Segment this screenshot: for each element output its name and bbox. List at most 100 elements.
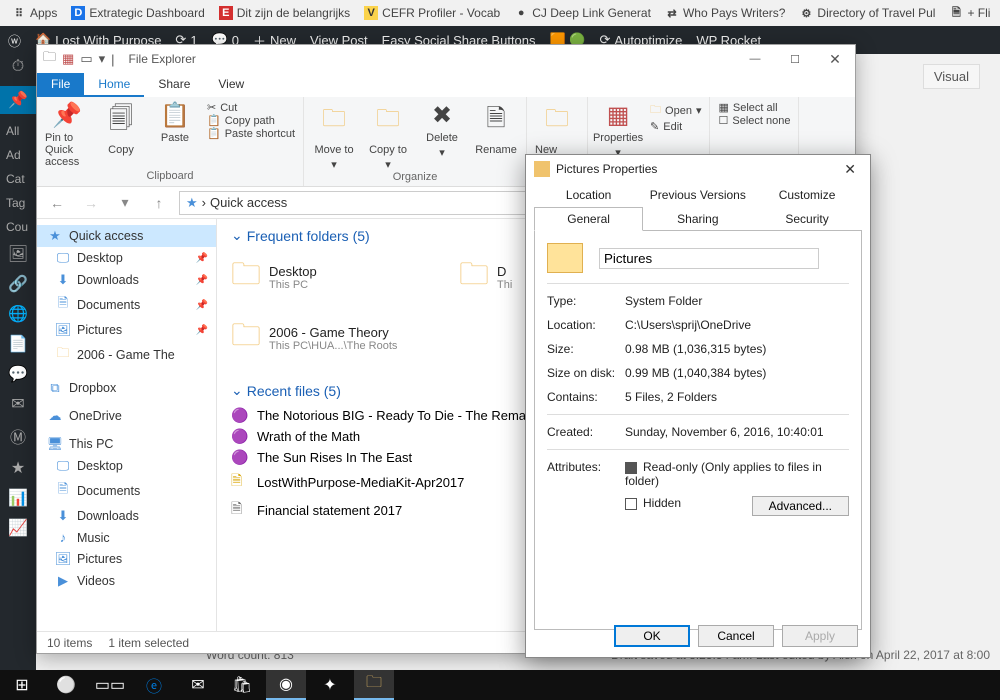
selectall-button[interactable]: ▦ Select all xyxy=(718,101,790,114)
wp-side-stats-icon[interactable]: 📈 xyxy=(0,518,36,538)
folder-desktop[interactable]: 🗀DesktopThis PC xyxy=(231,250,431,305)
bookmark-who[interactable]: ⇄Who Pays Writers? xyxy=(659,4,791,22)
cancel-button[interactable]: Cancel xyxy=(698,625,774,647)
wp-side-item[interactable]: Ad xyxy=(0,148,36,162)
tab-customize[interactable]: Customize xyxy=(752,183,861,207)
tab-location[interactable]: Location xyxy=(534,183,643,207)
nav-pictures[interactable]: 🖼Pictures📌 xyxy=(37,319,216,341)
bookmark-cj[interactable]: ●CJ Deep Link Generat xyxy=(508,4,657,22)
wp-side-star-icon[interactable]: ★ xyxy=(0,458,36,478)
folder-gametheory[interactable]: 🗀2006 - Game TheoryThis PC\HUA...\The Ro… xyxy=(231,313,431,364)
explorer-titlebar[interactable]: 🗀 ▦ ▭ ▾ | File Explorer — ☐ ✕ xyxy=(37,45,855,73)
advanced-button[interactable]: Advanced... xyxy=(752,496,849,516)
wp-side-form-icon[interactable]: ✉ xyxy=(0,394,36,414)
moveto-button[interactable]: 🗀Move to▾ xyxy=(312,101,356,171)
wp-side-m-icon[interactable]: Ⓜ xyxy=(0,424,36,448)
tab-prev[interactable]: Previous Versions xyxy=(643,183,752,207)
wp-side-globe-icon[interactable]: 🌐 xyxy=(0,304,36,324)
wp-side-item[interactable]: Cat xyxy=(0,172,36,186)
wp-side-item[interactable]: Cou xyxy=(0,220,36,234)
nav-thispc[interactable]: 🖥This PC xyxy=(37,433,216,455)
search-button[interactable]: ⚪ xyxy=(46,670,86,700)
tab-view[interactable]: View xyxy=(204,73,258,97)
nav-onedrive[interactable]: ☁OneDrive xyxy=(37,405,216,427)
close-button[interactable]: ✕ xyxy=(838,161,862,178)
nav-dropbox[interactable]: ⧉Dropbox xyxy=(37,377,216,399)
created-label: Created: xyxy=(547,425,625,439)
rename-button[interactable]: 🗎Rename xyxy=(474,101,518,156)
wp-side-pages-icon[interactable]: 📄 xyxy=(0,334,36,354)
readonly-checkbox[interactable]: Read-only (Only applies to files in fold… xyxy=(625,460,849,488)
recent-button[interactable]: ▾ xyxy=(111,191,139,215)
nav-quickaccess[interactable]: ★Quick access xyxy=(37,225,216,247)
pin-button[interactable]: 📌Pin to Quick access xyxy=(45,101,89,168)
wp-side-chart-icon[interactable]: 📊 xyxy=(0,488,36,508)
bookmark-extrategic[interactable]: DExtrategic Dashboard xyxy=(65,4,210,22)
edit-button[interactable]: ✎ Edit xyxy=(650,120,701,133)
editor-tab-visual[interactable]: Visual xyxy=(923,64,980,89)
close-button[interactable]: ✕ xyxy=(815,45,855,73)
up-button[interactable]: ↑ xyxy=(145,191,173,215)
wp-side-item[interactable]: Tag xyxy=(0,196,36,210)
wp-side-links-icon[interactable]: 🔗 xyxy=(0,274,36,294)
edge-icon[interactable]: ⓔ xyxy=(134,670,174,700)
qat-new-icon[interactable]: ▭ xyxy=(80,51,92,67)
nav-downloads[interactable]: ⬇Downloads📌 xyxy=(37,269,216,291)
hidden-checkbox[interactable]: Hidden xyxy=(625,496,681,510)
nav-gametheory[interactable]: 🗀2006 - Game The xyxy=(37,341,216,369)
mail-icon[interactable]: ✉ xyxy=(178,670,218,700)
slack-icon[interactable]: ✦ xyxy=(310,670,350,700)
bookmark-dir[interactable]: ⚙Directory of Travel Pul xyxy=(793,4,941,22)
ok-button[interactable]: OK xyxy=(614,625,690,647)
folder-d[interactable]: 🗀DThi xyxy=(459,250,519,305)
taskview-button[interactable]: ▭▭ xyxy=(90,670,130,700)
copypath-button[interactable]: 📋 Copy path xyxy=(207,114,295,127)
copyto-button[interactable]: 🗀Copy to▾ xyxy=(366,101,410,171)
delete-button[interactable]: ✖Delete▾ xyxy=(420,101,464,159)
wp-side-media-icon[interactable]: 🖼 xyxy=(0,244,36,264)
props-titlebar[interactable]: Pictures Properties ✕ xyxy=(526,155,870,183)
explorer-taskbar-icon[interactable]: 🗀 xyxy=(354,670,394,700)
forward-button[interactable]: → xyxy=(77,191,105,215)
qat-down-icon[interactable]: ▾ xyxy=(99,51,106,67)
nav-desktop[interactable]: 🖵Desktop📌 xyxy=(37,247,216,269)
qat-prop-icon[interactable]: ▦ xyxy=(62,51,74,67)
wp-side-pin-icon[interactable]: 📌 xyxy=(0,86,36,114)
properties-button[interactable]: ▦Properties▾ xyxy=(596,101,640,159)
nav-videos[interactable]: ▶Videos xyxy=(37,570,216,592)
tab-file[interactable]: File xyxy=(37,73,84,97)
nav-documents2[interactable]: 🗎Documents xyxy=(37,477,216,505)
nav-desktop2[interactable]: 🖵Desktop xyxy=(37,455,216,477)
paste-button[interactable]: 📋Paste xyxy=(153,101,197,144)
pasteshortcut-button[interactable]: 📋 Paste shortcut xyxy=(207,127,295,140)
tab-home[interactable]: Home xyxy=(84,73,144,97)
wp-logo-icon[interactable]: ⓦ xyxy=(8,31,21,50)
nav-downloads2[interactable]: ⬇Downloads xyxy=(37,505,216,527)
nav-music[interactable]: ♪Music xyxy=(37,527,216,548)
cut-button[interactable]: ✂ Cut xyxy=(207,101,295,114)
maximize-button[interactable]: ☐ xyxy=(775,45,815,73)
bookmark-fli[interactable]: 🗎+ Fli xyxy=(943,4,996,22)
wp-side-item[interactable]: All xyxy=(0,124,36,138)
tab-security[interactable]: Security xyxy=(752,207,861,231)
tab-general[interactable]: General xyxy=(534,207,643,231)
nav-documents[interactable]: 🗎Documents📌 xyxy=(37,291,216,319)
tab-sharing[interactable]: Sharing xyxy=(643,207,752,231)
bookmark-apps[interactable]: ⠿Apps xyxy=(6,4,63,22)
tab-share[interactable]: Share xyxy=(144,73,204,97)
copy-button[interactable]: 🗐Copy xyxy=(99,101,143,156)
start-button[interactable]: ⊞ xyxy=(2,670,42,700)
wp-side-dashboard-icon[interactable]: ⏱ xyxy=(0,58,36,76)
back-button[interactable]: ← xyxy=(43,191,71,215)
minimize-button[interactable]: — xyxy=(735,45,775,73)
bookmark-dit[interactable]: EDit zijn de belangrijks xyxy=(213,4,356,22)
wp-side-comments-icon[interactable]: 💬 xyxy=(0,364,36,384)
apply-button[interactable]: Apply xyxy=(782,625,858,647)
bookmark-cefr[interactable]: VCEFR Profiler - Vocab xyxy=(358,4,506,22)
selectnone-button[interactable]: ☐ Select none xyxy=(718,114,790,127)
nav-pictures2[interactable]: 🖼Pictures xyxy=(37,548,216,570)
store-icon[interactable]: 🛍 xyxy=(222,670,262,700)
name-field[interactable] xyxy=(599,248,819,269)
open-button[interactable]: 🗀 Open ▾ xyxy=(650,101,701,120)
chrome-icon[interactable]: ◉ xyxy=(266,670,306,700)
